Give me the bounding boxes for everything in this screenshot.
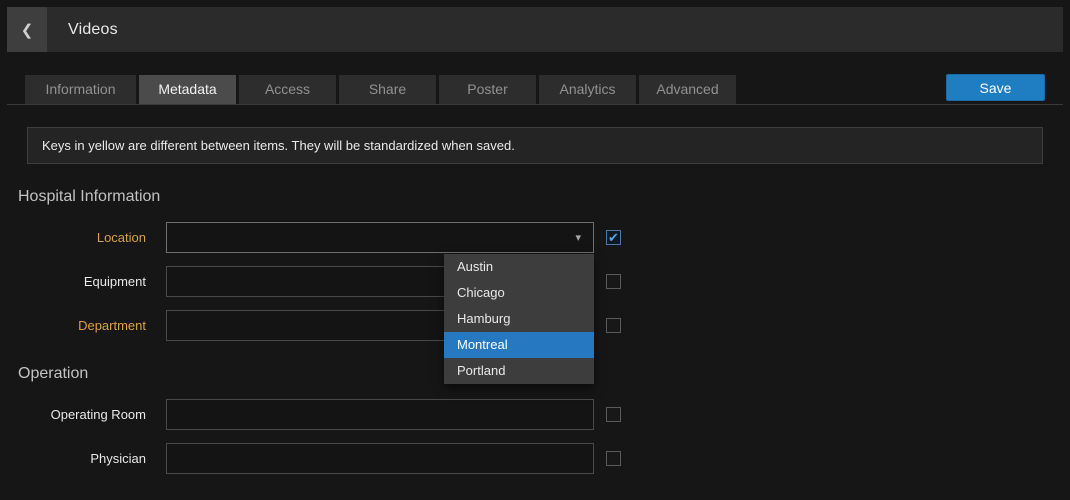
header: ❮ Videos <box>7 7 1063 52</box>
section-title-hospital-information: Hospital Information <box>18 188 1070 206</box>
dropdown-option-montreal[interactable]: Montreal <box>444 332 594 358</box>
tab-information[interactable]: Information <box>25 75 136 104</box>
page-title: Videos <box>68 21 118 39</box>
form-row-location: Location ▾ Austin Chicago Hamburg Montre… <box>0 222 1070 253</box>
dropdown-option-portland[interactable]: Portland <box>444 358 594 384</box>
back-button[interactable]: ❮ <box>7 7 47 52</box>
form-row-operating-room: Operating Room <box>0 399 1070 430</box>
equipment-label: Equipment <box>0 274 166 289</box>
dropdown-option-hamburg[interactable]: Hamburg <box>444 306 594 332</box>
form-operation: Operating Room Physician <box>0 399 1070 474</box>
tab-share[interactable]: Share <box>339 75 436 104</box>
operating-room-input[interactable] <box>166 399 594 430</box>
form-hospital-information: Location ▾ Austin Chicago Hamburg Montre… <box>0 222 1070 341</box>
operating-room-label: Operating Room <box>0 407 166 422</box>
equipment-checkbox[interactable] <box>606 274 621 289</box>
operating-room-checkbox[interactable] <box>606 407 621 422</box>
tab-metadata[interactable]: Metadata <box>139 75 236 104</box>
location-label: Location <box>0 230 166 245</box>
check-icon: ✔ <box>608 231 619 244</box>
location-field-wrap: ▾ Austin Chicago Hamburg Montreal Portla… <box>166 222 594 253</box>
tab-advanced[interactable]: Advanced <box>639 75 736 104</box>
physician-label: Physician <box>0 451 166 466</box>
location-checkbox[interactable]: ✔ <box>606 230 621 245</box>
tab-bar: Information Metadata Access Share Poster… <box>7 74 1063 105</box>
dropdown-option-chicago[interactable]: Chicago <box>444 280 594 306</box>
save-button[interactable]: Save <box>946 74 1045 101</box>
chevron-down-icon: ▾ <box>575 231 583 244</box>
dropdown-option-austin[interactable]: Austin <box>444 254 594 280</box>
form-row-physician: Physician <box>0 443 1070 474</box>
tab-access[interactable]: Access <box>239 75 336 104</box>
tab-analytics[interactable]: Analytics <box>539 75 636 104</box>
notice-banner: Keys in yellow are different between ite… <box>27 127 1043 164</box>
chevron-left-icon: ❮ <box>21 21 34 39</box>
physician-input[interactable] <box>166 443 594 474</box>
location-dropdown: Austin Chicago Hamburg Montreal Portland <box>444 254 594 384</box>
tab-poster[interactable]: Poster <box>439 75 536 104</box>
physician-checkbox[interactable] <box>606 451 621 466</box>
department-checkbox[interactable] <box>606 318 621 333</box>
department-label: Department <box>0 318 166 333</box>
location-select[interactable]: ▾ <box>166 222 594 253</box>
